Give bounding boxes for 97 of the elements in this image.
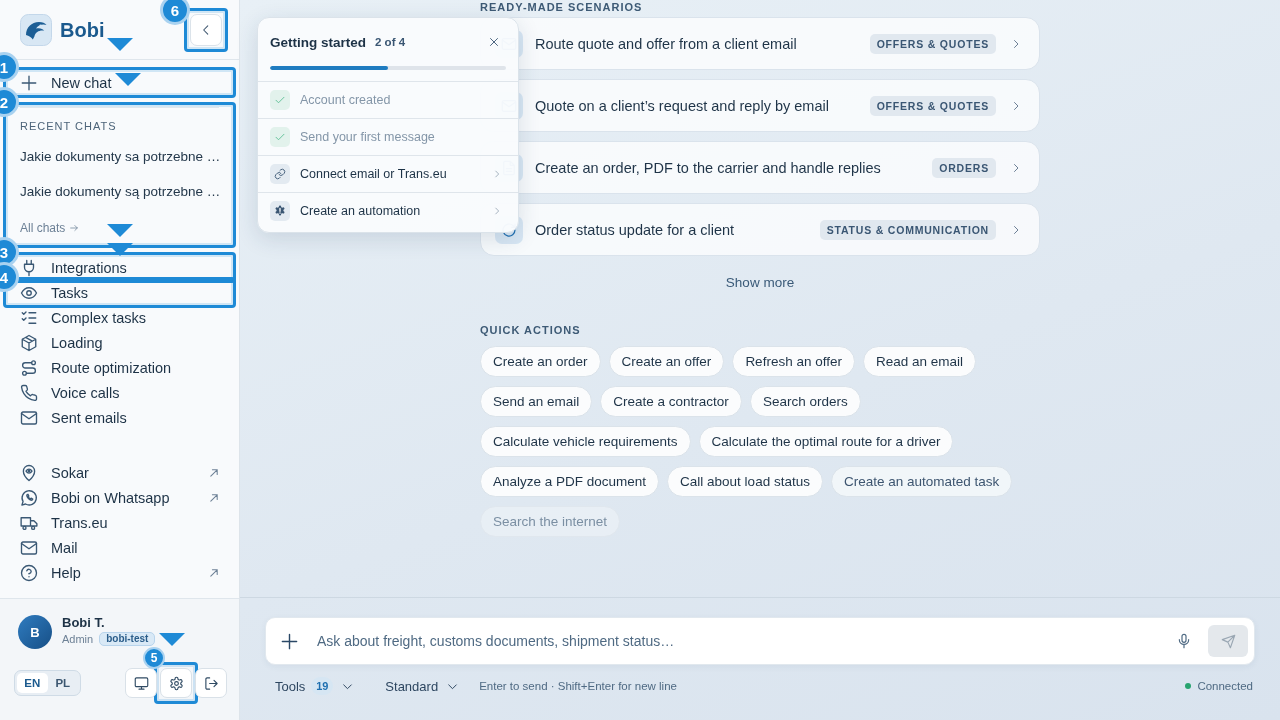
mode-dropdown[interactable]: Standard [385, 678, 460, 694]
category-tag: OFFERS & QUOTES [869, 33, 996, 54]
progress-count: 2 of 4 [375, 36, 406, 48]
callout-badge: 6 [160, 0, 190, 25]
quick-action-chip[interactable]: Create an order [480, 346, 601, 377]
external-link[interactable]: Mail [3, 535, 236, 560]
category-tag: STATUS & COMMUNICATION [819, 219, 996, 240]
category-tag: OFFERS & QUOTES [869, 95, 996, 116]
help-icon [20, 563, 38, 582]
envelope-icon [20, 408, 38, 427]
checklist-step: Account created [300, 93, 391, 107]
quick-action-chip[interactable]: Call about load status [667, 466, 823, 497]
all-chats-link[interactable]: All chats [20, 221, 80, 235]
quick-action-chip[interactable]: Read an email [862, 346, 976, 377]
callout-badge: 4 [0, 262, 19, 292]
checklist-step[interactable]: Create an automation [300, 204, 421, 218]
chat-bubble-icon [20, 488, 38, 507]
callout-badge: 1 [0, 52, 19, 82]
send-icon [1220, 633, 1236, 649]
brand-logo-icon [20, 14, 52, 46]
section-title: READY-MADE SCENARIOS [480, 1, 643, 13]
close-button[interactable] [488, 36, 500, 48]
panel-title: Getting started [270, 34, 366, 50]
check-icon [270, 127, 290, 147]
message-input[interactable]: Ask about freight, customs documents, shipment status… [317, 626, 1176, 656]
settings-icon [168, 675, 184, 691]
settings-button[interactable] [160, 668, 192, 698]
new-chat-button[interactable]: New chat [20, 71, 112, 94]
callout-badge: 5 [143, 647, 165, 669]
workspace-badge: bobi-test [99, 632, 156, 646]
quick-action-chip[interactable]: Analyze a PDF document [480, 466, 660, 497]
plus-icon [280, 631, 299, 651]
check-icon [270, 90, 290, 110]
scenario-card[interactable]: Order status update for a client STATUS & COMMUNICATION [480, 203, 1040, 256]
route-icon [20, 358, 38, 377]
quick-action-chip[interactable]: Send an email [480, 386, 593, 417]
external-link[interactable]: Sokar [3, 460, 236, 485]
box-icon [20, 333, 38, 352]
scenario-title: Create an order, PDF to the carrier and handle replies [535, 159, 882, 176]
callout-badge: 2 [0, 87, 19, 117]
nav-item[interactable]: Voice calls [20, 381, 120, 404]
composer-box[interactable]: Ask about freight, customs documents, shipment status… [265, 617, 1255, 665]
checklist-step[interactable]: Connect email or Trans.eu [300, 167, 447, 181]
nav-item[interactable]: Complex tasks [20, 306, 147, 329]
show-more-button[interactable]: Show more [725, 273, 795, 291]
count-badge: 19 [311, 677, 334, 695]
scenario-title: Quote on a client’s request and reply by email [535, 97, 830, 114]
attach-button[interactable] [280, 631, 299, 651]
section-title: RECENT CHATS [20, 119, 117, 133]
logout-icon [203, 675, 219, 691]
monitor-icon [133, 675, 149, 691]
category-tag: ORDERS [932, 157, 996, 178]
nav-item[interactable]: Sent emails [20, 406, 127, 429]
connection-status: Connected [1197, 680, 1253, 692]
nav-item[interactable]: Integrations [20, 256, 127, 279]
user-name: Bobi T. [62, 615, 106, 631]
microphone-icon [1176, 633, 1192, 649]
user-avatar: B [18, 615, 52, 649]
quick-action-chip[interactable]: Refresh an offer [732, 346, 855, 377]
checklist-step: Send your first message [300, 130, 435, 144]
brand-name: Bobi [60, 18, 105, 42]
logout-button[interactable] [195, 668, 227, 698]
link-icon [270, 164, 290, 184]
language-option[interactable]: PL [47, 673, 78, 693]
quick-action-chip[interactable]: Create an offer [608, 346, 725, 377]
plus-icon [20, 73, 38, 92]
keyboard-hint: Enter to send · Shift+Enter for new line [479, 680, 677, 692]
user-role: Admin [62, 633, 94, 645]
quick-action-chip[interactable]: Calculate the optimal route for a driver [698, 426, 954, 457]
alert-badge-icon [270, 201, 290, 221]
scenario-title: Order status update for a client [535, 221, 736, 238]
chevron-right-icon [492, 206, 502, 216]
nav-item[interactable]: Tasks [20, 281, 89, 304]
tools-button[interactable]: Tools 19 [275, 677, 355, 695]
external-link[interactable]: Help [3, 560, 236, 585]
phone-icon [20, 383, 38, 402]
quick-action-chip[interactable]: Calculate vehicle requirements [480, 426, 691, 457]
envelope-icon [20, 538, 38, 557]
display-button[interactable] [125, 668, 157, 698]
quick-action-chip[interactable]: Create a contractor [600, 386, 742, 417]
location-pin-icon [20, 463, 38, 482]
nav-item[interactable]: Loading [20, 331, 103, 354]
quick-action-chip[interactable]: Search orders [749, 386, 861, 417]
microphone-button[interactable] [1176, 633, 1192, 649]
language-option[interactable]: EN [17, 673, 48, 693]
scenario-title: Route quote and offer from a client email [535, 35, 798, 52]
quick-action-chip[interactable]: Create an automated task [830, 466, 1013, 497]
arrow-right-icon [69, 223, 80, 233]
recent-chat-item[interactable]: Jakie dokumenty są potrzebne … [20, 174, 221, 209]
external-link[interactable]: Trans.eu [3, 510, 236, 535]
close-icon [488, 36, 500, 48]
callout-badge: 3 [0, 237, 19, 267]
chevron-right-icon [492, 169, 502, 179]
recent-chat-item[interactable]: Jakie dokumenty sa potrzebne … [20, 139, 221, 174]
external-link[interactable]: Bobi on Whatsapp [3, 485, 236, 510]
nav-item[interactable]: Route optimization [20, 356, 172, 379]
section-title: QUICK ACTIONS [480, 324, 581, 336]
